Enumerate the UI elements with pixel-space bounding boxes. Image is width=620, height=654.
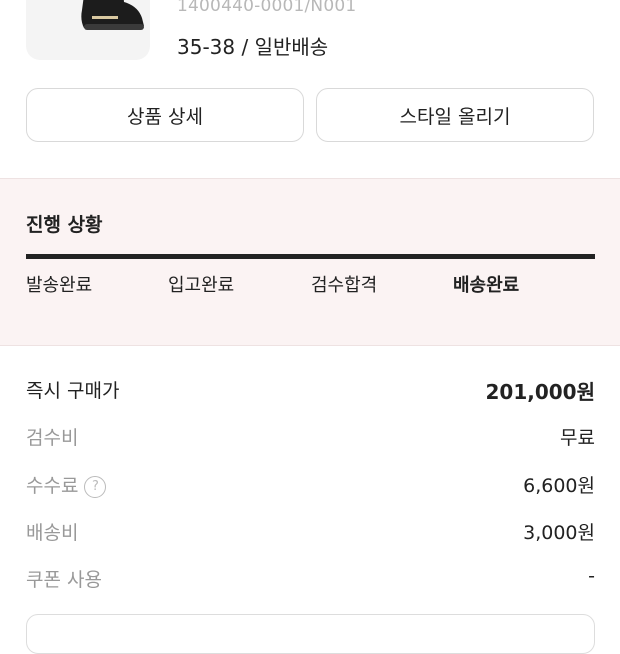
coupon-select-box[interactable] [26, 614, 595, 654]
progress-step-sent: 발송완료 [26, 275, 93, 296]
progress-step-received: 입고완료 [168, 275, 235, 296]
boot-product-icon [81, 0, 144, 30]
price-row-value: 201,000원 [485, 380, 596, 404]
price-row-label-text: 수수료 [26, 475, 79, 497]
help-icon[interactable]: ? [84, 476, 107, 498]
price-row-label: 수수료? [26, 471, 107, 498]
price-row-inspection-fee: 검수비 무료 [26, 423, 595, 453]
progress-bar [26, 254, 595, 259]
price-row-shipping-fee: 배송비 3,000원 [26, 518, 595, 548]
post-style-button[interactable]: 스타일 올리기 [316, 88, 594, 142]
product-model-code: 1400440-0001/N001 [177, 0, 357, 16]
price-row-value: - [588, 565, 595, 587]
product-size-shipping: 35-38 / 일반배송 [177, 35, 329, 59]
price-row-label: 쿠폰 사용 [26, 569, 102, 591]
progress-step-inspected: 검수합격 [311, 275, 378, 296]
progress-section: 진행 상황 발송완료 입고완료 검수합격 배송완료 [0, 178, 620, 346]
price-row-value: 6,600원 [523, 475, 595, 497]
progress-step-delivered: 배송완료 [453, 275, 520, 296]
price-row-buy-now: 즉시 구매가 201,000원 [26, 376, 595, 406]
price-row-value: 무료 [560, 427, 595, 449]
progress-title: 진행 상황 [26, 214, 103, 236]
price-row-label: 검수비 [26, 427, 79, 449]
price-row-value: 3,000원 [523, 522, 595, 544]
price-row-commission: 수수료? 6,600원 [26, 471, 595, 501]
price-row-label: 배송비 [26, 522, 79, 544]
product-thumbnail[interactable] [26, 0, 150, 60]
price-row-label: 즉시 구매가 [26, 380, 120, 402]
product-detail-button[interactable]: 상품 상세 [26, 88, 304, 142]
price-row-coupon: 쿠폰 사용 - [26, 565, 595, 595]
